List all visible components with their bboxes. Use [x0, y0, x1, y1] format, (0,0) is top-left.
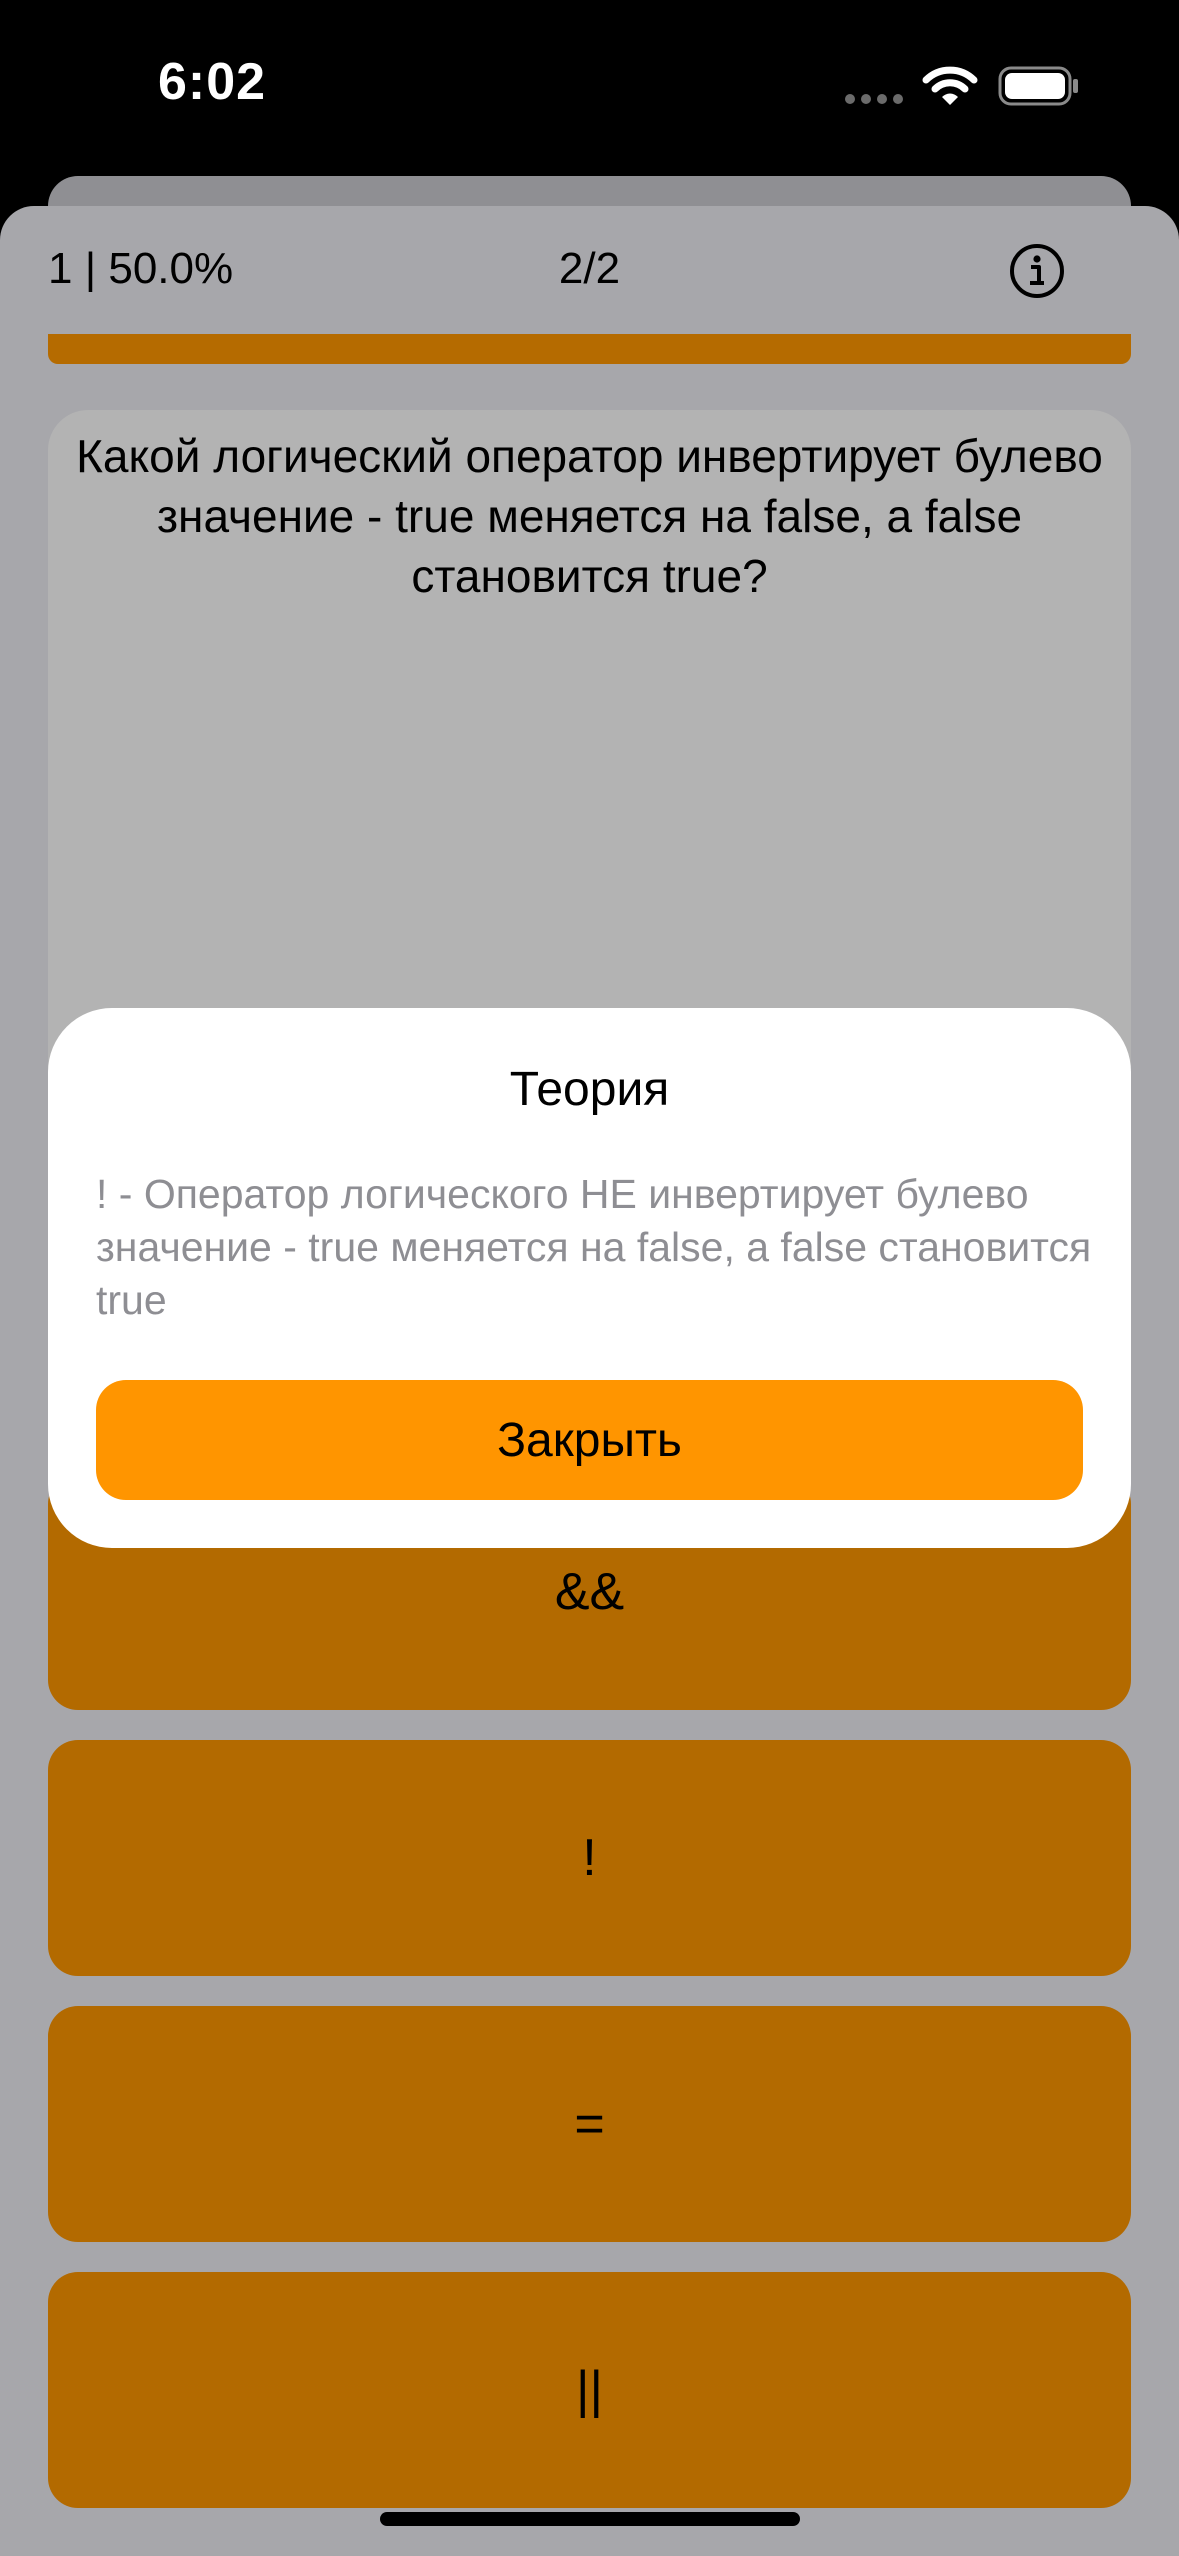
wifi-icon	[922, 66, 978, 105]
home-indicator[interactable]	[380, 2512, 800, 2526]
theory-modal: Теория ! - Оператор логического НЕ инвер…	[48, 1008, 1131, 1548]
modal-body: ! - Оператор логического НЕ инвертирует …	[96, 1171, 1092, 1323]
answer-option[interactable]: ||	[48, 2272, 1131, 2508]
status-time: 6:02	[158, 53, 267, 111]
status-bar: 6:02	[0, 0, 1179, 176]
question-counter: 2/2	[558, 244, 621, 293]
battery-icon	[998, 66, 1078, 106]
question-text: Какой логический оператор инвертирует бу…	[76, 430, 1103, 602]
progress-bar	[48, 334, 1131, 364]
answer-option[interactable]: !	[48, 1740, 1131, 1976]
progress-fill	[48, 334, 1131, 364]
signal-dots-icon	[845, 94, 905, 106]
quiz-header: 1 | 50.0% 2/2	[0, 206, 1179, 336]
close-button[interactable]: Закрыть	[96, 1380, 1083, 1500]
info-icon[interactable]	[1008, 242, 1066, 300]
modal-title: Теория	[509, 1063, 670, 1116]
answer-option[interactable]: =	[48, 2006, 1131, 2242]
